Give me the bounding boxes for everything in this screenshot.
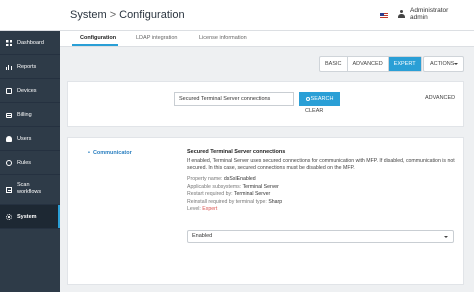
- sidebar-item-dashboard[interactable]: Dashboard: [0, 31, 60, 55]
- advanced-search-link[interactable]: ADVANCED: [425, 95, 455, 101]
- tab-license-information[interactable]: License information: [199, 35, 247, 41]
- sidebar-item-users[interactable]: Users: [0, 127, 60, 151]
- sidebar-item-label: Users: [17, 136, 32, 142]
- property-row: Reinstall required by terminal type: Sha…: [187, 198, 283, 205]
- sidebar-item-system[interactable]: System: [0, 205, 60, 229]
- sidebar-item-reports[interactable]: Reports: [0, 55, 60, 79]
- active-tab-indicator: [72, 44, 118, 46]
- clear-link[interactable]: CLEAR: [305, 108, 323, 114]
- setting-description: If enabled, Terminal Server uses secured…: [187, 158, 455, 171]
- selected-value: Enabled: [192, 233, 213, 239]
- sidebar-item-devices[interactable]: Devices: [0, 79, 60, 103]
- sidebar-item-label: Rules: [17, 160, 32, 166]
- page-title: System > Configuration: [70, 9, 185, 21]
- breadcrumb-separator: >: [109, 9, 117, 21]
- dashboard-icon: [6, 40, 12, 46]
- users-icon: [6, 136, 12, 142]
- system-gear-icon: [6, 214, 12, 220]
- basic-mode-button[interactable]: BASIC: [320, 57, 348, 71]
- setting-value-select[interactable]: Enabled: [187, 230, 454, 243]
- tab-ldap-integration[interactable]: LDAP integration: [136, 35, 177, 41]
- rules-icon: [6, 160, 12, 166]
- sidebar-item-billing[interactable]: Billing: [0, 103, 60, 127]
- sidebar-item-label: Devices: [17, 88, 37, 94]
- actions-label: ACTIONS: [430, 61, 455, 67]
- sidebar-item-label: Billing: [17, 112, 32, 118]
- property-row: Level: Expert: [187, 206, 218, 212]
- setting-detail: Secured Terminal Server connections If e…: [187, 149, 455, 214]
- advanced-mode-button[interactable]: ADVANCED: [348, 57, 389, 71]
- search-button[interactable]: SEARCH: [299, 92, 340, 106]
- top-header: System > Configuration Administrator admin: [0, 0, 474, 31]
- sidebar-item-label: System: [17, 214, 37, 220]
- tab-configuration[interactable]: Configuration: [80, 35, 116, 41]
- user-icon[interactable]: [398, 10, 405, 18]
- scan-workflows-icon: [6, 187, 12, 193]
- settings-panel: Communicator Secured Terminal Server con…: [67, 137, 464, 285]
- devices-icon: [6, 88, 12, 94]
- setting-name: Secured Terminal Server connections: [187, 149, 286, 155]
- sidebar-item-label: Scan workflows: [17, 182, 42, 195]
- expert-mode-button[interactable]: EXPERT: [388, 57, 421, 71]
- chevron-down-icon: [454, 63, 458, 65]
- sidebar: Dashboard Reports Devices Billing Users …: [0, 31, 60, 292]
- sidebar-item-rules[interactable]: Rules: [0, 151, 60, 175]
- title-section: System: [70, 9, 107, 21]
- sidebar-item-label: Reports: [17, 64, 37, 70]
- reports-icon: [6, 64, 12, 70]
- category-link-communicator[interactable]: Communicator: [88, 150, 132, 156]
- property-row: Property name: dsSslEnabled: [187, 176, 256, 182]
- billing-icon: [6, 113, 12, 118]
- title-subsection: Configuration: [119, 9, 185, 21]
- level-value: Expert: [202, 206, 218, 212]
- user-login: admin: [410, 14, 428, 21]
- mode-toggle-group: BASIC ADVANCED EXPERT: [319, 56, 422, 72]
- search-button-label: SEARCH: [310, 96, 334, 102]
- language-flag-icon[interactable]: [380, 13, 388, 18]
- user-menu[interactable]: Administrator admin: [410, 7, 448, 21]
- tab-bar: Configuration LDAP integration License i…: [60, 31, 474, 47]
- search-input[interactable]: Secured Terminal Server connections: [174, 92, 294, 106]
- search-panel: Secured Terminal Server connections SEAR…: [67, 81, 464, 127]
- sidebar-item-label: Dashboard: [17, 40, 44, 46]
- search-icon: [305, 96, 310, 101]
- property-row: Applicable subsystems: Terminal Server: [187, 183, 279, 190]
- property-row: Restart required by: Terminal Server: [187, 191, 271, 197]
- sidebar-item-scan-workflows[interactable]: Scan workflows: [0, 175, 60, 205]
- user-role: Administrator: [410, 7, 449, 14]
- chevron-down-icon: [444, 235, 448, 238]
- actions-dropdown[interactable]: ACTIONS: [423, 56, 464, 72]
